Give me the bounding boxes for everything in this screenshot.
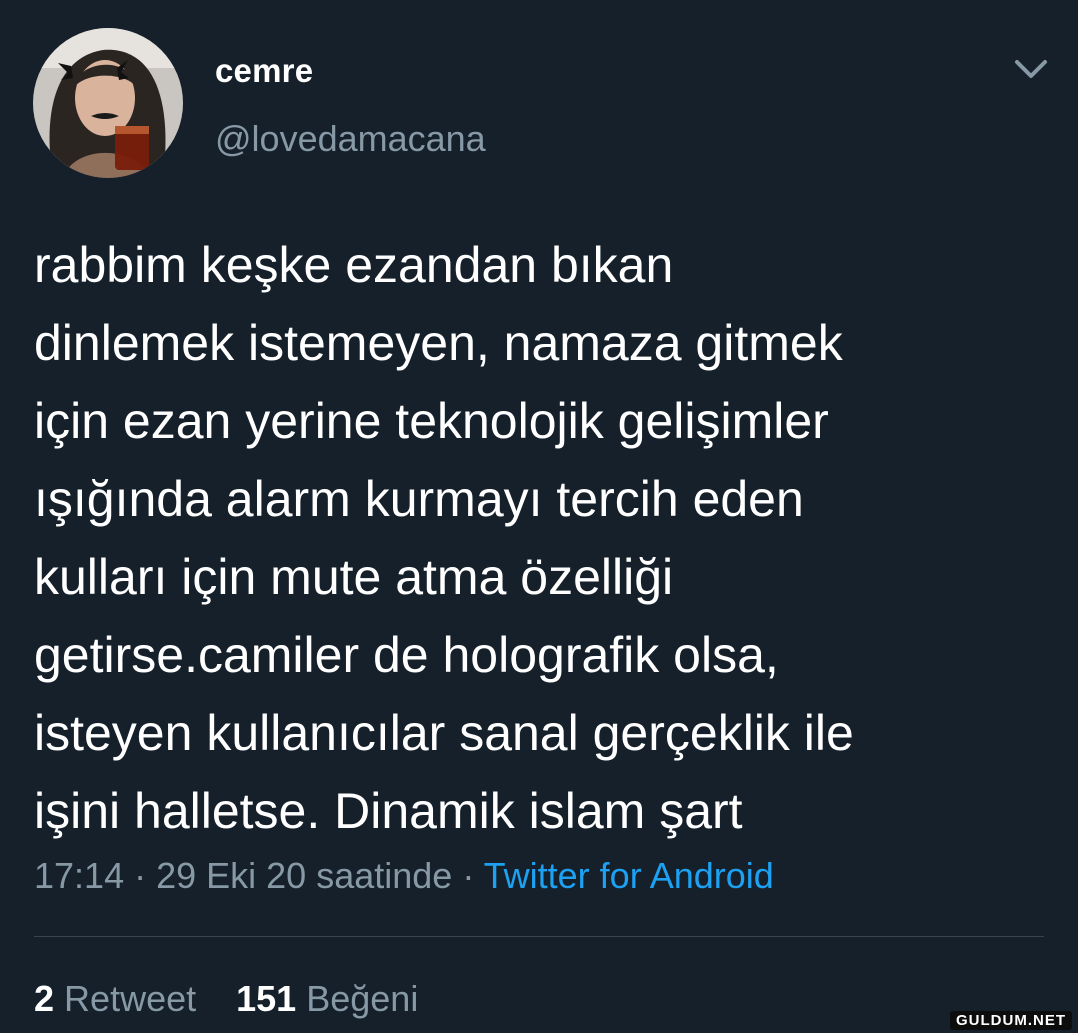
like-label: Beğeni xyxy=(306,978,419,1019)
tweet-text: rabbim keşke ezandan bıkan dinlemek iste… xyxy=(34,226,1044,850)
tweet-meta: 17:14 · 29 Eki 20 saatinde · Twitter for… xyxy=(34,855,774,897)
meta-separator: · xyxy=(124,855,157,896)
tweet-text-line: için ezan yerine teknolojik gelişimler xyxy=(34,393,829,449)
profile-photo xyxy=(33,28,183,178)
tweet-time: 17:14 xyxy=(34,855,125,896)
retweet-stat[interactable]: 2 Retweet xyxy=(34,978,196,1019)
tweet-date: 29 Eki 20 saatinde xyxy=(156,855,453,896)
avatar[interactable] xyxy=(33,28,183,178)
like-count: 151 xyxy=(236,978,297,1019)
tweet-text-line: işini halletse. Dinamik islam şart xyxy=(34,783,743,839)
tweet-text-line: rabbim keşke ezandan bıkan xyxy=(34,237,674,293)
tweet-stats: 2 Retweet 151 Beğeni xyxy=(34,978,418,1020)
user-handle[interactable]: @lovedamacana xyxy=(215,118,486,160)
meta-separator: · xyxy=(452,855,484,896)
tweet-text-line: getirse.camiler de holografik olsa, xyxy=(34,627,779,683)
user-name[interactable]: cemre xyxy=(215,52,313,90)
tweet-text-line: ışığında alarm kurmayı tercih eden xyxy=(34,471,804,527)
watermark: GULDUM.NET xyxy=(950,1011,1072,1030)
tweet-text-line: isteyen kullanıcılar sanal gerçeklik ile xyxy=(34,705,854,761)
tweet-source-link[interactable]: Twitter for Android xyxy=(484,855,774,896)
tweet-text-line: kulları için mute atma özelliği xyxy=(34,549,674,605)
tweet-text-line: dinlemek istemeyen, namaza gitmek xyxy=(34,315,843,371)
like-stat[interactable]: 151 Beğeni xyxy=(236,978,418,1019)
retweet-count: 2 xyxy=(34,978,55,1019)
retweet-label: Retweet xyxy=(64,978,197,1019)
chevron-down-icon[interactable] xyxy=(1013,56,1049,84)
divider xyxy=(34,936,1044,937)
